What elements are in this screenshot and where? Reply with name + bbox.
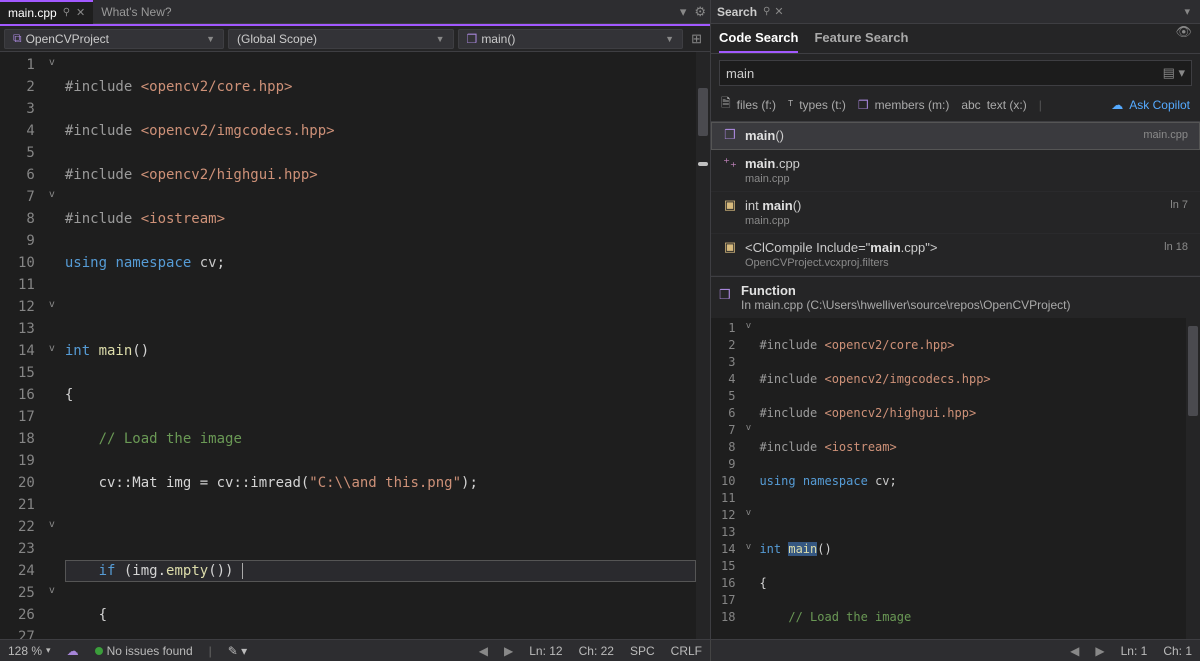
status-line[interactable]: Ln: 12 [521, 644, 570, 658]
function-selector[interactable]: ❒ main() ▼ [458, 29, 684, 49]
editor-scrollbar-vertical[interactable] [696, 52, 710, 639]
project-icon: ⧉ [13, 31, 22, 46]
gear-icon[interactable]: ⚙ [690, 4, 710, 20]
editor-tab-bar: main.cpp ⚲ ✕ What's New? ▾ ⚙ [0, 0, 710, 24]
file-icon: 🗎 [721, 94, 731, 115]
search-pane: Search ⚲ ✕ ▾ Code Search Feature Search … [710, 0, 1200, 639]
status-preview-line[interactable]: Ln: 1 [1113, 644, 1156, 658]
filter-text[interactable]: abctext (x:) [961, 98, 1026, 112]
status-copilot[interactable]: ☁ [59, 644, 87, 658]
text-icon: abc [961, 98, 980, 112]
project-name: OpenCVProject [26, 32, 109, 46]
chevron-down-icon: ▼ [436, 34, 445, 44]
status-issues[interactable]: No issues found [87, 644, 201, 658]
function-label: main() [481, 32, 515, 46]
filter-types[interactable]: ᵀtypes (t:) [788, 98, 846, 112]
view-options-icon[interactable]: ▤ ▾ [1163, 65, 1185, 81]
tab-feature-search[interactable]: Feature Search [814, 24, 908, 53]
cube-icon: ❒ [719, 287, 731, 303]
search-header: Search ⚲ ✕ ▾ [711, 0, 1200, 24]
chevron-down-icon[interactable]: ▾ [1180, 5, 1194, 18]
tab-whats-new[interactable]: What's New? [93, 0, 179, 24]
result-item[interactable]: ⁺₊main.cpp main.cpp [711, 150, 1200, 192]
chevron-down-icon: ▼ [206, 34, 215, 44]
code-icon: ▣ [723, 197, 737, 213]
preview-code[interactable]: 123456789101112131415161718 v v v v #inc… [711, 318, 1200, 639]
close-icon[interactable]: ✕ [76, 6, 85, 19]
preview-gutter: 123456789101112131415161718 [711, 318, 741, 639]
search-tabs: Code Search Feature Search 👁 [711, 24, 1200, 54]
result-item[interactable]: ❒main()main.cpp [711, 122, 1200, 150]
tab-label: main.cpp [8, 6, 57, 20]
project-selector[interactable]: ⧉ OpenCVProject ▼ [4, 29, 224, 49]
line-gutter: 1234567891011121314151617181920212223242… [0, 52, 43, 639]
ask-copilot[interactable]: ☁Ask Copilot [1111, 98, 1190, 112]
filter-row: 🗎files (f:) ᵀtypes (t:) ❒members (m:) ab… [711, 92, 1200, 122]
preview-header: ❒ Function In main.cpp (C:\Users\hwelliv… [711, 276, 1200, 318]
status-eol[interactable]: CRLF [663, 644, 710, 658]
status-brush-icon[interactable]: ✎ ▾ [220, 644, 255, 658]
status-nav-right[interactable]: ▶ [496, 644, 521, 658]
cube-icon: ❒ [467, 32, 478, 46]
search-results: ❒main()main.cpp ⁺₊main.cpp main.cpp ▣int… [711, 122, 1200, 276]
status-char[interactable]: Ch: 22 [571, 644, 622, 658]
pin-icon[interactable]: ⚲ [763, 6, 770, 17]
scope-selector[interactable]: (Global Scope) ▼ [228, 29, 454, 49]
editor-pane: main.cpp ⚲ ✕ What's New? ▾ ⚙ ⧉ OpenCVPro… [0, 0, 710, 639]
status-spaces[interactable]: SPC [622, 644, 663, 658]
split-icon[interactable]: ⊞ [687, 31, 706, 47]
types-icon: ᵀ [788, 98, 793, 112]
tab-code-search[interactable]: Code Search [719, 24, 798, 53]
search-input[interactable] [726, 66, 1163, 81]
tab-overflow-icon[interactable]: ▾ [676, 4, 691, 20]
pin-icon[interactable]: ⚲ [63, 7, 70, 18]
visibility-icon[interactable]: 👁 [1175, 24, 1192, 53]
check-icon [95, 647, 103, 655]
chevron-down-icon: ▼ [665, 34, 674, 44]
preview-fold-column[interactable]: v v v v [741, 318, 755, 639]
status-bar: 128 %▾ ☁ No issues found | ✎ ▾ ◀ ▶ Ln: 1… [0, 639, 1200, 661]
preview-code-content[interactable]: #include <opencv2/core.hpp> #include <op… [755, 318, 1186, 639]
cube-icon: ❒ [723, 127, 737, 143]
search-title: Search [717, 5, 757, 19]
status-zoom[interactable]: 128 %▾ [0, 644, 59, 658]
status-preview-char[interactable]: Ch: 1 [1155, 644, 1200, 658]
status-nav-left[interactable]: ◀ [1062, 644, 1087, 658]
file-new-icon: ⁺₊ [723, 155, 737, 171]
scope-label: (Global Scope) [237, 32, 317, 46]
filter-members[interactable]: ❒members (m:) [858, 98, 949, 112]
status-nav-left[interactable]: ◀ [471, 644, 496, 658]
context-bar: ⧉ OpenCVProject ▼ (Global Scope) ▼ ❒ mai… [0, 26, 710, 52]
status-nav-right[interactable]: ▶ [1087, 644, 1112, 658]
close-icon[interactable]: ✕ [770, 5, 787, 18]
code-editor[interactable]: 1234567891011121314151617181920212223242… [0, 52, 710, 639]
code-icon: ▣ [723, 239, 737, 255]
filter-files[interactable]: 🗎files (f:) [721, 94, 776, 115]
search-input-row: ▤ ▾ [719, 60, 1192, 86]
result-item[interactable]: ▣<ClCompile Include="main.cpp">ln 18 Ope… [711, 234, 1200, 276]
fold-column[interactable]: v v v v v v [43, 52, 61, 639]
preview-kind: Function [741, 283, 1188, 298]
code-content[interactable]: #include <opencv2/core.hpp> #include <op… [61, 52, 696, 639]
result-item[interactable]: ▣int main()ln 7 main.cpp [711, 192, 1200, 234]
tab-label: What's New? [101, 5, 171, 19]
cube-icon: ❒ [858, 98, 869, 112]
preview-path: In main.cpp (C:\Users\hwelliver\source\r… [741, 298, 1188, 312]
preview-scrollbar-vertical[interactable] [1186, 318, 1200, 639]
copilot-icon: ☁ [1111, 98, 1123, 112]
tab-main-cpp[interactable]: main.cpp ⚲ ✕ [0, 0, 93, 24]
